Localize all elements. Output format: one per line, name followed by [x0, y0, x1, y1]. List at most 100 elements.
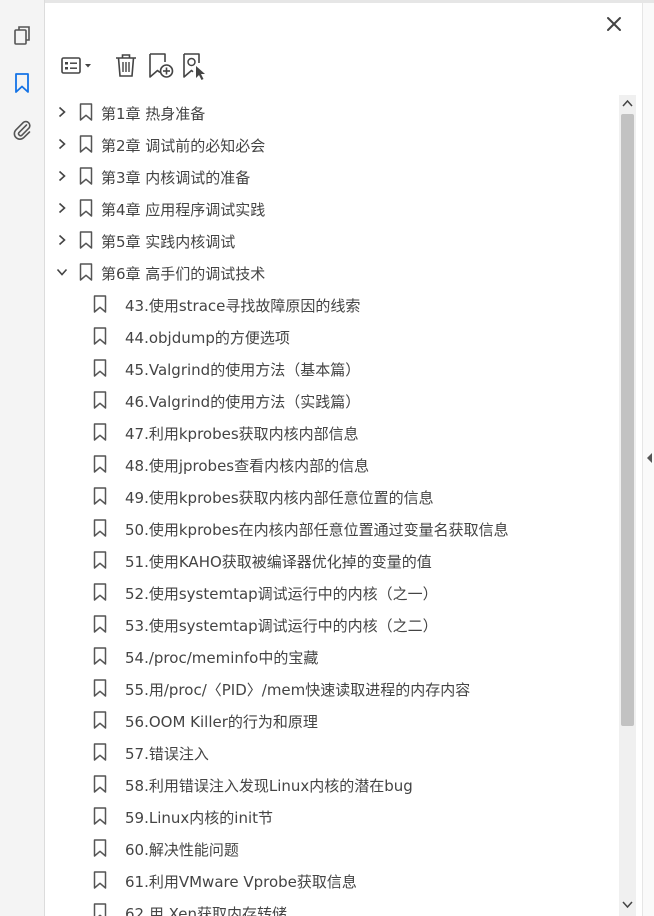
delete-bookmark-icon	[116, 54, 136, 77]
section-bookmark[interactable]: 48.使用jprobes查看内核内部的信息	[46, 448, 618, 480]
chapter-bookmark[interactable]: 第5章 实践内核调试	[46, 224, 618, 256]
bookmark-entry-icon	[93, 743, 107, 761]
section-bookmark[interactable]: 56.OOM Killer的行为和原理	[46, 704, 618, 736]
section-bookmark-label: 57.错误注入	[125, 745, 209, 763]
chevron-down-icon[interactable]	[56, 266, 68, 278]
bookmark-entry-icon	[93, 423, 107, 441]
section-bookmark-label: 47.利用kprobes获取内核内部信息	[125, 425, 359, 443]
scroll-thumb[interactable]	[621, 114, 634, 726]
bookmark-entry-icon	[79, 231, 93, 249]
section-bookmark[interactable]: 58.利用错误注入发现Linux内核的潜在bug	[46, 768, 618, 800]
section-bookmark[interactable]: 50.使用kprobes在内核内部任意位置通过变量名获取信息	[46, 512, 618, 544]
section-bookmark-label: 61.利用VMware Vprobe获取信息	[125, 873, 357, 891]
chapter-bookmark[interactable]: 第6章 高手们的调试技术	[46, 256, 618, 288]
bookmark-entry-icon	[93, 391, 107, 409]
panel-resize-edge[interactable]	[642, 3, 654, 916]
section-bookmark[interactable]: 45.Valgrind的使用方法（基本篇）	[46, 352, 618, 384]
chapter-bookmark-label: 第2章 调试前的必知必会	[101, 137, 266, 155]
section-bookmark[interactable]: 59.Linux内核的init节	[46, 800, 618, 832]
bookmark-entry-icon	[93, 551, 107, 569]
bookmarks-toolbar	[58, 50, 218, 84]
chevron-right-icon[interactable]	[56, 234, 68, 246]
bookmark-entry-icon	[93, 647, 107, 665]
chapter-bookmark[interactable]: 第3章 内核调试的准备	[46, 160, 618, 192]
bookmark-entry-icon	[93, 871, 107, 889]
new-bookmark-icon	[149, 53, 174, 78]
chapter-bookmark-label: 第4章 应用程序调试实践	[101, 201, 266, 219]
section-bookmark-label: 51.使用KAHO获取被编译器优化掉的变量的值	[125, 553, 432, 571]
chevron-right-icon[interactable]	[56, 138, 68, 150]
close-panel-button[interactable]	[600, 10, 628, 38]
chapter-bookmark[interactable]: 第4章 应用程序调试实践	[46, 192, 618, 224]
bookmark-icon[interactable]	[10, 71, 34, 95]
section-bookmark-label: 59.Linux内核的init节	[125, 809, 273, 827]
section-bookmark[interactable]: 60.解决性能问题	[46, 832, 618, 864]
chapter-bookmark-label: 第1章 热身准备	[101, 105, 206, 123]
section-bookmark[interactable]: 44.objdump的方便选项	[46, 320, 618, 352]
bookmark-entry-icon	[93, 519, 107, 537]
bookmark-entry-icon	[93, 775, 107, 793]
bookmark-entry-icon	[79, 199, 93, 217]
scroll-up-icon[interactable]	[622, 99, 633, 107]
bookmark-entry-icon	[79, 167, 93, 185]
section-bookmark-label: 58.利用错误注入发现Linux内核的潜在bug	[125, 777, 413, 795]
bookmark-entry-icon	[79, 263, 93, 281]
section-bookmark-label: 44.objdump的方便选项	[125, 329, 290, 347]
close-icon	[607, 17, 621, 31]
chevron-right-icon[interactable]	[56, 202, 68, 214]
section-bookmark[interactable]: 62.用 Xen获取内存转储	[46, 896, 618, 916]
section-bookmark-label: 62.用 Xen获取内存转储	[125, 905, 287, 916]
section-bookmark-label: 53.使用systemtap调试运行中的内核（之二）	[125, 617, 438, 635]
chapter-bookmark[interactable]: 第2章 调试前的必知必会	[46, 128, 618, 160]
chapter-bookmark-label: 第3章 内核调试的准备	[101, 169, 251, 187]
navigation-rail	[0, 0, 45, 916]
section-bookmark-label: 56.OOM Killer的行为和原理	[125, 713, 318, 731]
vertical-scrollbar[interactable]	[619, 95, 636, 916]
chevron-right-icon[interactable]	[56, 170, 68, 182]
bookmark-entry-icon	[93, 711, 107, 729]
section-bookmark[interactable]: 54./proc/meminfo中的宝藏	[46, 640, 618, 672]
bookmark-entry-icon	[93, 839, 107, 857]
options-menu-button[interactable]	[58, 50, 98, 82]
section-bookmark[interactable]: 53.使用systemtap调试运行中的内核（之二）	[46, 608, 618, 640]
section-bookmark[interactable]: 52.使用systemtap调试运行中的内核（之一）	[46, 576, 618, 608]
section-bookmark[interactable]: 46.Valgrind的使用方法（实践篇）	[46, 384, 618, 416]
scroll-down-icon[interactable]	[622, 901, 633, 909]
collapse-panel-icon[interactable]	[647, 453, 653, 463]
section-bookmark[interactable]: 51.使用KAHO获取被编译器优化掉的变量的值	[46, 544, 618, 576]
bookmark-entry-icon	[93, 807, 107, 825]
chapter-bookmark[interactable]: 第1章 热身准备	[46, 96, 618, 128]
bookmark-entry-icon	[79, 135, 93, 153]
delete-bookmark-button[interactable]	[110, 50, 142, 82]
section-bookmark-label: 55.用/proc/〈PID〉/mem快速读取进程的内存内容	[125, 681, 471, 699]
section-bookmark-label: 48.使用jprobes查看内核内部的信息	[125, 457, 370, 475]
bookmark-entry-icon	[93, 583, 107, 601]
bookmark-entry-icon	[93, 615, 107, 633]
section-bookmark-label: 46.Valgrind的使用方法（实践篇）	[125, 393, 361, 411]
section-bookmark-label: 60.解决性能问题	[125, 841, 239, 859]
find-current-bookmark-icon	[183, 53, 205, 80]
section-bookmark[interactable]: 57.错误注入	[46, 736, 618, 768]
section-bookmark-label: 50.使用kprobes在内核内部任意位置通过变量名获取信息	[125, 521, 509, 539]
section-bookmark[interactable]: 55.用/proc/〈PID〉/mem快速读取进程的内存内容	[46, 672, 618, 704]
section-bookmark[interactable]: 43.使用strace寻找故障原因的线索	[46, 288, 618, 320]
section-bookmark[interactable]: 47.利用kprobes获取内核内部信息	[46, 416, 618, 448]
section-bookmark[interactable]: 49.使用kprobes获取内核内部任意位置的信息	[46, 480, 618, 512]
bookmark-entry-icon	[93, 327, 107, 345]
section-bookmark[interactable]: 61.利用VMware Vprobe获取信息	[46, 864, 618, 896]
chevron-right-icon[interactable]	[56, 106, 68, 118]
find-current-bookmark-button[interactable]	[178, 50, 210, 82]
bookmark-entry-icon	[93, 295, 107, 313]
new-bookmark-button[interactable]	[144, 50, 176, 82]
options-menu-icon	[61, 57, 91, 74]
section-bookmark-label: 49.使用kprobes获取内核内部任意位置的信息	[125, 489, 434, 507]
bookmark-entry-icon	[93, 487, 107, 505]
bookmark-tree: 第1章 热身准备第2章 调试前的必知必会 第3章 内核调试的准备 第4章 应用程序调…	[46, 95, 618, 916]
section-bookmark-label: 54./proc/meminfo中的宝藏	[125, 649, 319, 667]
pages-icon[interactable]	[10, 24, 34, 48]
section-bookmark-label: 45.Valgrind的使用方法（基本篇）	[125, 361, 361, 379]
bookmark-entry-icon	[79, 103, 93, 121]
bookmark-entry-icon	[93, 359, 107, 377]
section-bookmark-label: 43.使用strace寻找故障原因的线索	[125, 297, 361, 315]
attachment-icon[interactable]	[10, 118, 34, 142]
